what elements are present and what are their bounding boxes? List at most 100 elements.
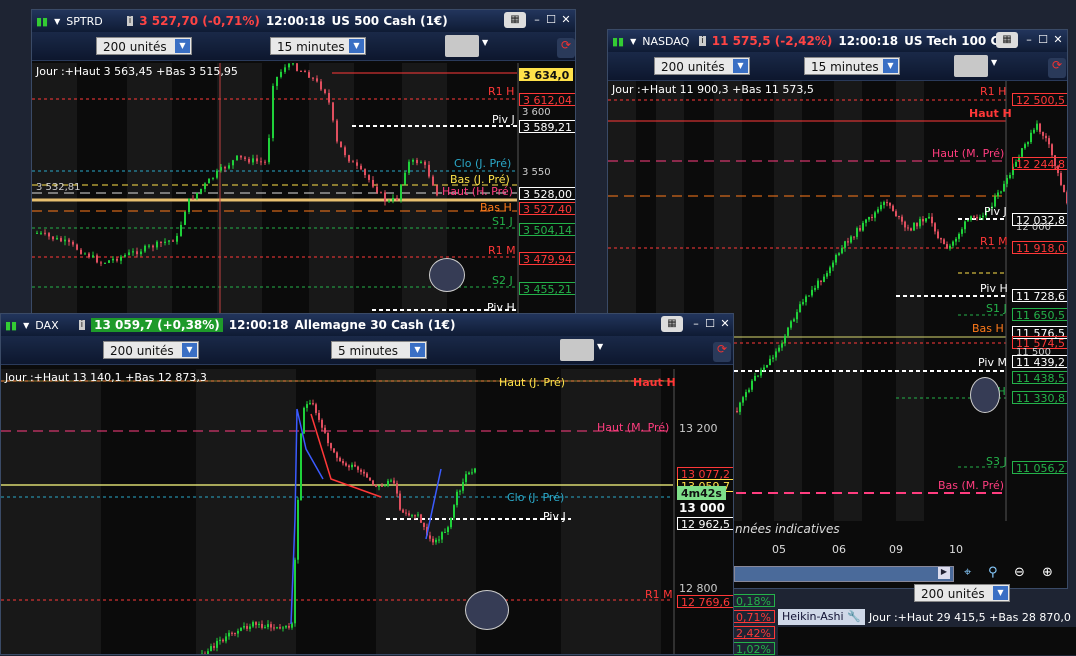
- keyboard-icon[interactable]: ▦: [661, 316, 683, 332]
- info-icon[interactable]: i: [79, 320, 86, 330]
- level-haut-h: Haut (H. Pré): [442, 185, 513, 198]
- session-band: [1, 369, 101, 654]
- candle-body: [808, 295, 810, 296]
- sptrd-chart[interactable]: Jour :+Haut 3 563,45 +Bas 3 515,95 3 532…: [32, 63, 575, 328]
- candle-body: [1033, 130, 1035, 133]
- session-band: [376, 369, 476, 654]
- chevron-down-icon[interactable]: ▼: [630, 37, 636, 46]
- candle-body: [811, 290, 813, 296]
- close-button[interactable]: ✕: [1051, 33, 1065, 47]
- dax-size-select[interactable]: 200 unités▼: [103, 341, 199, 359]
- candle-body: [188, 198, 190, 211]
- chevron-down-icon[interactable]: ▼: [597, 342, 607, 358]
- dax-plot[interactable]: [1, 369, 733, 654]
- candle-body: [889, 203, 891, 206]
- minimize-button[interactable]: –: [530, 13, 544, 27]
- candle-body: [279, 627, 281, 628]
- sptrd-titlebar[interactable]: ▮▮ ▼ SPTRD i 3 527,70 (-0,71%) 12:00:18 …: [32, 10, 575, 33]
- candle-body: [372, 481, 374, 485]
- chevron-down-icon[interactable]: ▼: [991, 58, 1001, 74]
- candle-body: [396, 198, 398, 200]
- indicators-icon[interactable]: [560, 339, 594, 361]
- minimize-button[interactable]: –: [689, 317, 703, 331]
- axis-label: 3 527,40: [519, 202, 576, 215]
- minimize-button[interactable]: –: [1022, 33, 1036, 47]
- candle-body: [354, 465, 356, 467]
- candle-body: [396, 483, 398, 493]
- candle-body: [52, 236, 54, 239]
- zoom-area-icon[interactable]: ⚲: [988, 565, 1006, 581]
- level-r1m: R1 M: [645, 588, 673, 601]
- candle-body: [970, 216, 972, 220]
- crosshair-icon[interactable]: ⌖: [964, 565, 980, 581]
- level-haut-j: Haut (J. Pré): [499, 376, 565, 389]
- heikin-ashi-button[interactable]: Heikin-Ashi 🔧: [778, 609, 865, 625]
- chevron-down-icon[interactable]: ▼: [23, 321, 29, 330]
- sptrd-size-select[interactable]: 200 unités▼: [96, 37, 192, 55]
- candle-body: [405, 513, 407, 514]
- refresh-icon[interactable]: ⟳: [713, 342, 731, 362]
- nasdaq-interval-select[interactable]: 15 minutes▼: [804, 57, 900, 75]
- chevron-down-icon: ▼: [182, 343, 197, 357]
- maximize-button[interactable]: ☐: [1036, 33, 1050, 47]
- keyboard-icon[interactable]: ▦: [996, 32, 1018, 48]
- level-piv-j: Piv J: [543, 510, 566, 523]
- chevron-down-icon: ▼: [410, 343, 425, 357]
- candle-body: [84, 254, 86, 255]
- level-r1h: R1 H: [980, 85, 1006, 98]
- dax-chart[interactable]: Jour :+Haut 13 140,1 +Bas 12 873,3 Haut …: [1, 369, 733, 654]
- session-band: [774, 81, 802, 521]
- maximize-button[interactable]: ☐: [703, 317, 717, 331]
- candle-body: [252, 158, 254, 162]
- dax-titlebar[interactable]: ▮▮ ▼ DAX i 13 059,7 (+0,38%) 12:00:18 Al…: [1, 314, 733, 337]
- horizontal-scrollbar[interactable]: [734, 566, 954, 582]
- axis-label: 11 918,0: [1012, 241, 1068, 254]
- info-icon[interactable]: i: [127, 16, 134, 26]
- candle-body: [92, 255, 94, 257]
- zoom-in-icon[interactable]: ⊕: [1042, 565, 1058, 581]
- drag-handle-circle[interactable]: [970, 377, 1000, 413]
- chevron-down-icon[interactable]: ▼: [54, 17, 60, 26]
- candle-body: [868, 217, 870, 220]
- candle-body: [303, 408, 305, 434]
- chevron-down-icon[interactable]: ▼: [482, 38, 492, 54]
- bottom-size-select[interactable]: 200 unités▼: [914, 584, 1010, 602]
- candle-body: [1045, 136, 1047, 138]
- candle-body: [236, 155, 238, 160]
- candle-body: [282, 627, 284, 628]
- keyboard-icon[interactable]: ▦: [504, 12, 526, 28]
- axis-label: 11 439,2: [1012, 355, 1068, 368]
- candle-body: [441, 532, 443, 539]
- candle-body: [308, 72, 310, 78]
- maximize-button[interactable]: ☐: [544, 13, 558, 27]
- dax-price: 13 059,7 (+0,38%): [91, 318, 223, 332]
- candle-body: [832, 263, 834, 268]
- candle-body: [180, 225, 182, 236]
- drag-handle-circle[interactable]: [465, 590, 509, 630]
- scroll-right-button[interactable]: ▶: [938, 567, 950, 579]
- candle-body: [412, 160, 414, 162]
- refresh-icon[interactable]: ⟳: [1048, 58, 1066, 78]
- indicators-icon[interactable]: [954, 55, 988, 77]
- candle-body: [778, 348, 780, 352]
- candle-body: [462, 482, 464, 491]
- candle-body: [459, 491, 461, 492]
- refresh-icon[interactable]: ⟳: [557, 38, 575, 58]
- indicators-icon[interactable]: [445, 35, 479, 57]
- candle-body: [392, 198, 394, 201]
- candle-body: [220, 167, 222, 171]
- dax-interval-select[interactable]: 5 minutes▼: [331, 341, 427, 359]
- candle-body: [348, 155, 350, 161]
- candle-body: [246, 626, 248, 629]
- sptrd-interval-select[interactable]: 15 minutes▼: [270, 37, 366, 55]
- close-button[interactable]: ✕: [559, 13, 573, 27]
- level-haut-h: Haut H: [969, 107, 1012, 120]
- drag-handle-circle[interactable]: [429, 258, 465, 292]
- candle-body: [368, 175, 370, 180]
- nasdaq-size-select[interactable]: 200 unités▼: [654, 57, 750, 75]
- info-icon[interactable]: i: [699, 36, 706, 46]
- level-s1: S1 J: [492, 215, 513, 228]
- close-button[interactable]: ✕: [718, 317, 732, 331]
- candle-body: [769, 359, 771, 365]
- zoom-out-icon[interactable]: ⊖: [1014, 565, 1030, 581]
